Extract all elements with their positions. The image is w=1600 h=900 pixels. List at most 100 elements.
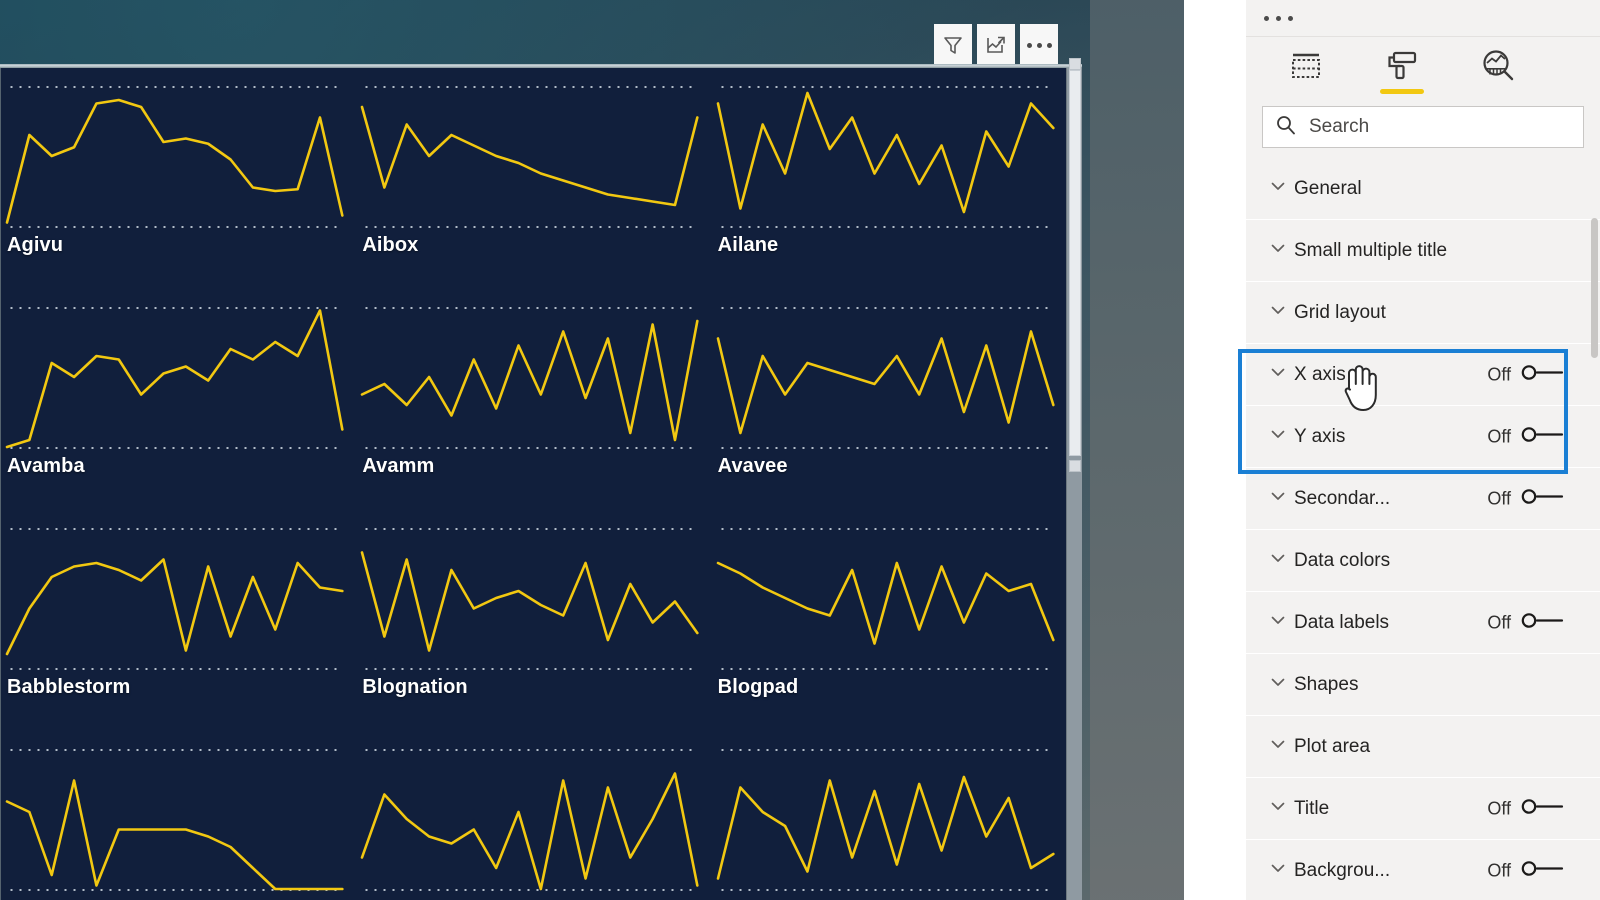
format-property-row[interactable]: Grid layout: [1246, 282, 1600, 344]
small-multiple-panel[interactable]: Blognation: [356, 510, 711, 731]
scrollbar-down-cap[interactable]: [1069, 460, 1081, 472]
format-property-label: Y axis: [1294, 425, 1346, 447]
format-property-row[interactable]: X axis Off: [1246, 344, 1600, 406]
toggle-switch-icon[interactable]: [1520, 486, 1566, 511]
format-property-row[interactable]: Backgrou... Off: [1246, 840, 1600, 900]
search-box[interactable]: [1262, 106, 1584, 148]
property-toggle[interactable]: Off: [1487, 610, 1566, 635]
search-input[interactable]: [1309, 116, 1571, 138]
more-options-button[interactable]: [1020, 24, 1058, 66]
small-multiple-plot: [718, 528, 1053, 668]
property-toggle[interactable]: Off: [1487, 796, 1566, 821]
chevron-down-icon[interactable]: [1268, 176, 1294, 201]
format-property-row[interactable]: Shapes: [1246, 654, 1600, 716]
chevron-down-icon[interactable]: [1268, 796, 1294, 821]
small-multiples-visual[interactable]: Agivu Aibox Ailane Avamba Avamm Avavee Babbles…: [0, 58, 1082, 900]
small-multiple-plot: [718, 749, 1053, 889]
property-toggle[interactable]: Off: [1487, 362, 1566, 387]
gridline-bottom: [717, 447, 1053, 449]
focus-mode-button[interactable]: [977, 24, 1015, 66]
tab-fields[interactable]: [1282, 43, 1330, 95]
property-toggle[interactable]: Off: [1487, 424, 1566, 449]
small-multiple-panel[interactable]: Agivu: [1, 68, 356, 289]
format-property-label: Small multiple title: [1294, 239, 1448, 261]
scrollbar-up-cap[interactable]: [1069, 58, 1081, 70]
visual-header: [0, 0, 1082, 68]
small-multiple-panel[interactable]: [1, 731, 356, 900]
format-property-row[interactable]: Secondar... Off: [1246, 468, 1600, 530]
chevron-down-icon[interactable]: [1268, 424, 1294, 449]
more-options-icon: [1026, 42, 1052, 48]
small-multiple-plot: [362, 528, 697, 668]
small-multiple-title: Avavee: [717, 455, 788, 477]
small-multiple-title: Agivu: [7, 234, 64, 256]
chevron-down-icon[interactable]: [1268, 734, 1294, 759]
gridline-bottom: [7, 447, 343, 449]
small-multiples-grid: Agivu Aibox Ailane Avamba Avamm Avavee Babbles…: [1, 68, 1067, 900]
fields-icon: [1289, 51, 1323, 86]
format-property-row[interactable]: Y axis Off: [1246, 406, 1600, 468]
gridline-bottom: [362, 668, 698, 670]
chevron-down-icon[interactable]: [1268, 672, 1294, 697]
small-multiple-panel[interactable]: Ailane: [712, 68, 1067, 289]
toggle-switch-icon[interactable]: [1520, 796, 1566, 821]
pane-left-margin: [1190, 0, 1246, 900]
small-multiple-panel[interactable]: Avavee: [712, 289, 1067, 510]
chevron-down-icon[interactable]: [1268, 486, 1294, 511]
gridline-bottom: [717, 226, 1053, 228]
small-multiple-plot: [718, 86, 1053, 226]
small-multiple-panel[interactable]: Blogpad: [712, 510, 1067, 731]
search-container: [1246, 100, 1600, 158]
format-property-row[interactable]: Data labels Off: [1246, 592, 1600, 654]
toggle-switch-icon[interactable]: [1520, 858, 1566, 883]
small-multiple-panel[interactable]: [712, 731, 1067, 900]
tab-analytics[interactable]: [1474, 43, 1522, 95]
format-property-row[interactable]: Plot area: [1246, 716, 1600, 778]
pane-more-options-icon[interactable]: [1264, 15, 1293, 21]
property-toggle[interactable]: Off: [1487, 486, 1566, 511]
toggle-state-label: Off: [1487, 488, 1511, 508]
filter-button[interactable]: [934, 24, 972, 66]
property-toggle[interactable]: Off: [1487, 858, 1566, 883]
toggle-switch-icon[interactable]: [1520, 362, 1566, 387]
pane-topbar: [1246, 0, 1600, 36]
small-multiple-title: Ailane: [717, 234, 779, 256]
format-property-row[interactable]: Small multiple title: [1246, 220, 1600, 282]
visual-vertical-scrollbar[interactable]: [1066, 58, 1082, 900]
chevron-down-icon[interactable]: [1268, 362, 1294, 387]
format-property-row[interactable]: Title Off: [1246, 778, 1600, 840]
tab-format[interactable]: [1378, 43, 1426, 95]
format-property-label: Plot area: [1294, 735, 1371, 757]
chevron-down-icon[interactable]: [1268, 858, 1294, 883]
analytics-icon: [1480, 49, 1516, 88]
active-tab-indicator: [1380, 88, 1424, 94]
small-multiple-panel[interactable]: Avamm: [356, 289, 711, 510]
format-property-label: Grid layout: [1294, 301, 1386, 323]
small-multiple-panel[interactable]: Aibox: [356, 68, 711, 289]
small-multiple-title: Blogpad: [717, 676, 799, 698]
small-multiple-plot: [7, 749, 342, 889]
small-multiple-panel[interactable]: Avamba: [1, 289, 356, 510]
small-multiple-plot: [718, 307, 1053, 447]
chevron-down-icon[interactable]: [1268, 300, 1294, 325]
format-property-row[interactable]: Data colors: [1246, 530, 1600, 592]
small-multiple-panel[interactable]: [356, 731, 711, 900]
small-multiple-title: Aibox: [362, 234, 419, 256]
format-property-row[interactable]: General: [1246, 158, 1600, 220]
toggle-state-label: Off: [1487, 426, 1511, 446]
chevron-down-icon[interactable]: [1268, 548, 1294, 573]
toggle-state-label: Off: [1487, 798, 1511, 818]
pane-scrollbar-thumb[interactable]: [1591, 218, 1598, 358]
small-multiple-panel[interactable]: Babblestorm: [1, 510, 356, 731]
toggle-switch-icon[interactable]: [1520, 610, 1566, 635]
toggle-state-label: Off: [1487, 860, 1511, 880]
chevron-down-icon[interactable]: [1268, 238, 1294, 263]
format-property-label: Title: [1294, 797, 1330, 819]
toggle-switch-icon[interactable]: [1520, 424, 1566, 449]
pane-content: General Small multiple title Grid layout X …: [1246, 0, 1600, 900]
scrollbar-thumb[interactable]: [1069, 70, 1081, 456]
chevron-down-icon[interactable]: [1268, 610, 1294, 635]
gridline-bottom: [7, 668, 343, 670]
gridline-bottom: [717, 889, 1053, 891]
small-multiple-title: Babblestorm: [7, 676, 131, 698]
